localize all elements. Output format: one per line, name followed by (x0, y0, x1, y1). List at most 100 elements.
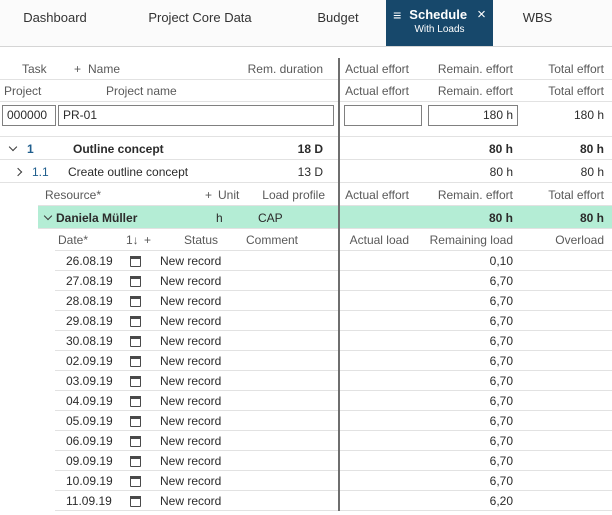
task-rem-duration: 13 D (298, 165, 339, 179)
col-load-profile: Load profile (262, 188, 339, 202)
load-date: 26.08.19 (0, 254, 130, 268)
tab-wbs[interactable]: WBS (493, 0, 582, 46)
add-load-button[interactable]: + (144, 233, 158, 247)
tab-bar: Dashboard Project Core Data Budget ≡ Sch… (0, 0, 612, 47)
task-total-effort: 80 h (519, 142, 612, 156)
load-date: 10.09.19 (0, 474, 130, 488)
load-status: New record (160, 474, 250, 488)
col-task: Task (0, 62, 74, 76)
task-name: Create outline concept (68, 165, 188, 179)
collapse-icon[interactable] (5, 147, 21, 150)
task-number[interactable]: 1 (27, 142, 73, 156)
resource-remain-effort: 80 h (415, 211, 519, 225)
calendar-icon[interactable] (130, 436, 144, 447)
calendar-icon[interactable] (130, 296, 144, 307)
col-remain-effort: Remain. effort (415, 188, 519, 202)
col-date: Date* (0, 233, 126, 247)
load-remaining: 6,70 (415, 474, 519, 488)
load-status: New record (160, 374, 250, 388)
col-overload: Overload (519, 233, 612, 247)
add-resource-button[interactable]: + (205, 188, 218, 202)
collapse-icon[interactable] (40, 216, 56, 219)
calendar-icon[interactable] (130, 356, 144, 367)
schedule-app: Dashboard Project Core Data Budget ≡ Sch… (0, 0, 612, 511)
load-row: 29.08.19 New record 6,70 (0, 311, 612, 331)
load-row: 27.08.19 New record 6,70 (0, 271, 612, 291)
load-remaining: 6,70 (415, 374, 519, 388)
load-row: 26.08.19 New record 0,10 (0, 251, 612, 271)
schedule-content: Task + Name Rem. duration Actual effort … (0, 47, 612, 511)
project-total-effort: 180 h (574, 108, 612, 122)
calendar-icon[interactable] (130, 476, 144, 487)
task-remain-effort: 80 h (415, 142, 519, 156)
col-actual-effort: Actual effort (339, 188, 415, 202)
calendar-icon[interactable] (130, 276, 144, 287)
load-date: 09.09.19 (0, 454, 130, 468)
task-number[interactable]: 1.1 (32, 165, 68, 179)
task-row: 1.1 Create outline concept 13 D 80 h 80 … (0, 160, 612, 183)
add-task-button[interactable]: + (74, 62, 88, 76)
section-gap (0, 128, 612, 137)
load-date: 04.09.19 (0, 394, 130, 408)
col-remain-effort: Remain. effort (415, 84, 519, 98)
task-rem-duration: 18 D (298, 142, 339, 156)
calendar-icon[interactable] (130, 316, 144, 327)
col-project: Project (0, 84, 106, 98)
tab-schedule-sublabel: With Loads (414, 24, 464, 35)
load-status: New record (160, 394, 250, 408)
load-remaining: 6,70 (415, 274, 519, 288)
col-total-effort: Total effort (519, 188, 612, 202)
resource-load-profile: CAP (258, 211, 283, 225)
load-status: New record (160, 314, 250, 328)
load-status: New record (160, 254, 250, 268)
load-remaining: 6,70 (415, 314, 519, 328)
expand-icon[interactable] (10, 169, 26, 175)
load-status: New record (160, 354, 250, 368)
col-actual-effort: Actual effort (339, 62, 415, 76)
load-row: 11.09.19 New record 6,20 (0, 491, 612, 511)
load-status: New record (160, 434, 250, 448)
load-date: 11.09.19 (0, 494, 130, 508)
tab-schedule[interactable]: ≡ Schedule × With Loads (386, 0, 493, 46)
project-actual-effort-box[interactable] (344, 105, 422, 126)
calendar-icon[interactable] (130, 456, 144, 467)
col-total-effort: Total effort (519, 62, 612, 76)
load-date: 03.09.19 (0, 374, 130, 388)
calendar-icon[interactable] (130, 496, 144, 507)
load-row: 10.09.19 New record 6,70 (0, 471, 612, 491)
project-id-input[interactable] (2, 105, 56, 126)
project-row: 180 h 180 h (0, 102, 612, 128)
sort-icon[interactable]: 1↓ (126, 233, 144, 247)
close-icon[interactable]: × (477, 7, 486, 22)
tab-budget[interactable]: Budget (290, 0, 386, 46)
calendar-icon[interactable] (130, 396, 144, 407)
resource-name[interactable]: Daniela Müller (56, 211, 216, 225)
project-remain-effort-box[interactable]: 180 h (428, 105, 518, 126)
resource-unit: h (216, 211, 258, 225)
load-date: 27.08.19 (0, 274, 130, 288)
task-total-effort: 80 h (519, 165, 612, 179)
calendar-icon[interactable] (130, 256, 144, 267)
load-table-header: Date* 1↓ + Status Comment Actual load Re… (0, 229, 612, 251)
load-date: 05.09.19 (0, 414, 130, 428)
load-remaining: 6,70 (415, 354, 519, 368)
load-remaining: 6,70 (415, 434, 519, 448)
load-status: New record (160, 454, 250, 468)
calendar-icon[interactable] (130, 376, 144, 387)
load-row: 05.09.19 New record 6,70 (0, 411, 612, 431)
tab-dashboard[interactable]: Dashboard (0, 0, 110, 46)
load-remaining: 6,70 (415, 294, 519, 308)
tab-project-core-data[interactable]: Project Core Data (110, 0, 290, 46)
load-status: New record (160, 274, 250, 288)
col-rem-duration: Rem. duration (248, 62, 339, 76)
calendar-icon[interactable] (130, 336, 144, 347)
load-date: 29.08.19 (0, 314, 130, 328)
column-divider (338, 58, 340, 511)
menu-icon[interactable]: ≡ (393, 8, 401, 22)
load-status: New record (160, 294, 250, 308)
project-name-input[interactable] (58, 105, 334, 126)
calendar-icon[interactable] (130, 416, 144, 427)
col-resource: Resource* (0, 188, 205, 202)
resource-table-header: Resource* + Unit Load profile Actual eff… (0, 183, 612, 206)
load-remaining: 6,70 (415, 414, 519, 428)
